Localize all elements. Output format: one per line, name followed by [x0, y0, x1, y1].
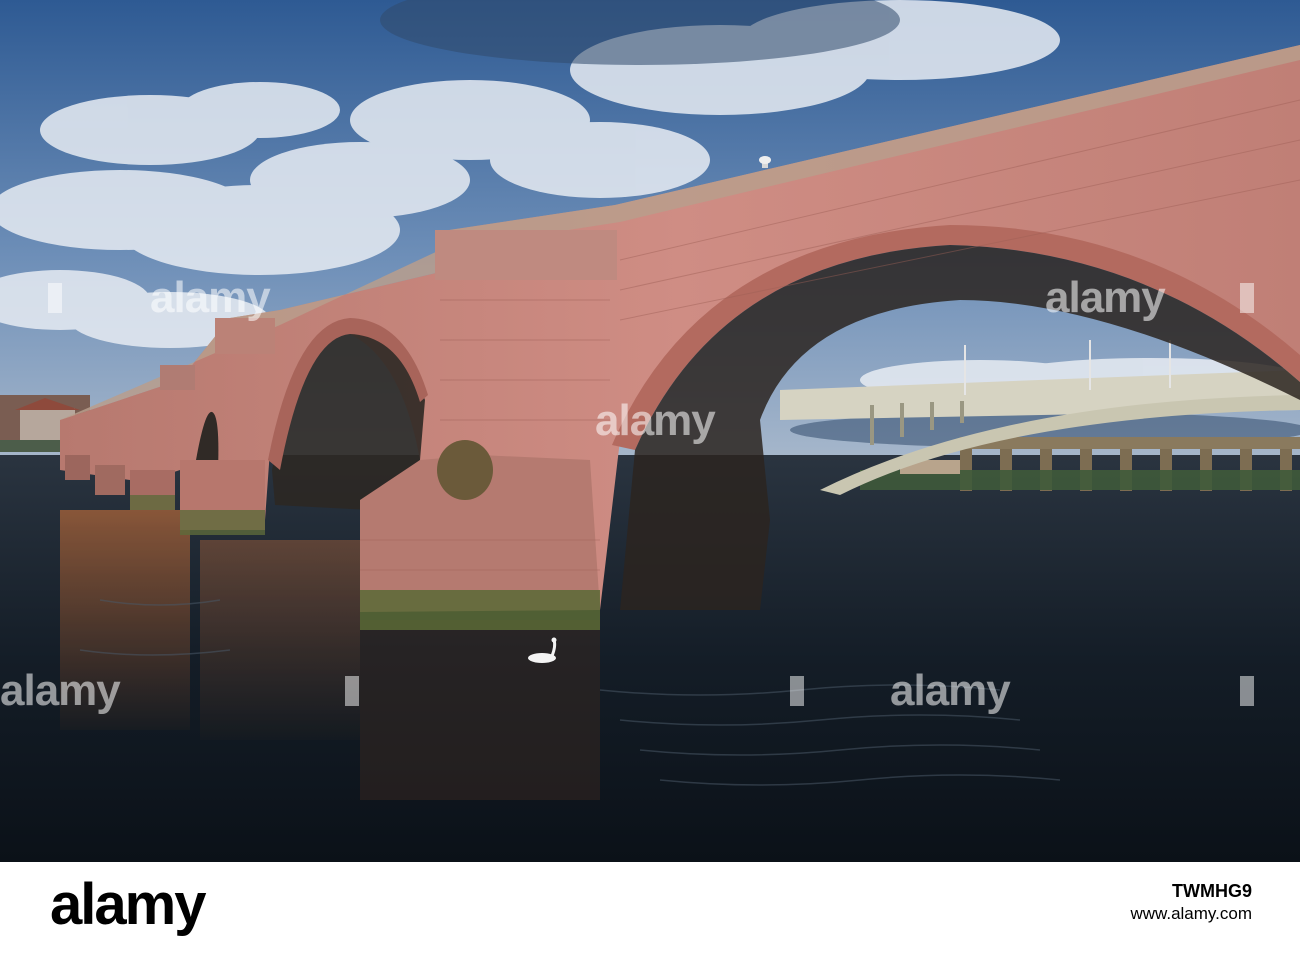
image-info: TWMHG9 www.alamy.com	[1130, 880, 1252, 924]
watermark-text: alamy	[0, 666, 121, 715]
watermark-text: alamy	[150, 273, 271, 322]
watermark-mark	[1240, 283, 1254, 313]
watermark-mark	[48, 283, 62, 313]
watermark-text: alamy	[595, 396, 716, 445]
stock-footer: alamy TWMHG9 www.alamy.com	[0, 862, 1300, 955]
watermark-text: alamy	[1045, 273, 1166, 322]
watermark-text: alamy	[890, 666, 1011, 715]
watermark-mark	[790, 676, 804, 706]
site-link[interactable]: www.alamy.com	[1130, 903, 1252, 924]
watermark-mark	[345, 676, 359, 706]
image-id: TWMHG9	[1172, 881, 1252, 901]
watermark-mark	[1240, 676, 1254, 706]
photo: alamy alamy alamy alamy alamy	[0, 0, 1300, 862]
alamy-logo[interactable]: alamy	[50, 876, 206, 934]
